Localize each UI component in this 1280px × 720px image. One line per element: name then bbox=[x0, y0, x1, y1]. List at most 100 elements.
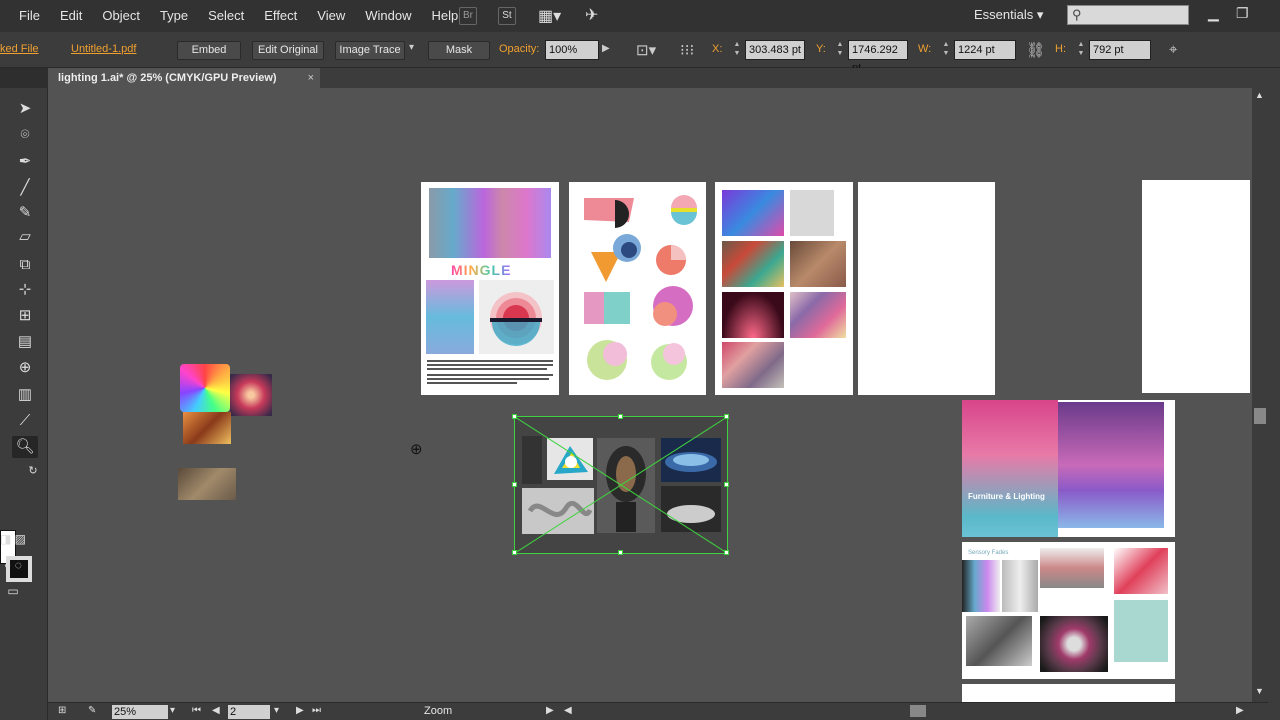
menu-view[interactable]: View bbox=[307, 0, 355, 32]
vertical-scrollbar[interactable]: ▲ ▼ bbox=[1252, 88, 1268, 702]
y-stepper[interactable]: ▲ ▼ bbox=[834, 40, 846, 60]
image-trace-dropdown-icon[interactable]: ▾ bbox=[409, 42, 414, 53]
menu-select[interactable]: Select bbox=[198, 0, 254, 32]
tools-panel-dock[interactable] bbox=[0, 68, 48, 88]
image-trace-button[interactable]: Image Trace bbox=[335, 41, 405, 60]
horizontal-scroll-thumb[interactable] bbox=[910, 705, 926, 717]
resize-handle-nw[interactable] bbox=[512, 414, 517, 419]
artboard-number-field[interactable]: 2 bbox=[228, 705, 270, 719]
screen-mode-icon[interactable]: ▭ bbox=[0, 580, 26, 602]
graph-tool-icon[interactable]: ▥ bbox=[12, 384, 38, 406]
resize-handle-se[interactable] bbox=[724, 550, 729, 555]
eraser-tool-icon[interactable]: ▱ bbox=[12, 226, 38, 248]
panel-dock[interactable] bbox=[1268, 68, 1280, 720]
w-stepper[interactable]: ▲ ▼ bbox=[940, 40, 952, 60]
stock-button[interactable]: St bbox=[498, 7, 516, 25]
resize-handle-s[interactable] bbox=[618, 550, 623, 555]
artwork-image[interactable] bbox=[183, 412, 231, 444]
next-artboard-icon[interactable]: ▶ bbox=[296, 705, 304, 716]
brochure-page-artboard[interactable]: Sensory Fades bbox=[962, 542, 1175, 679]
zoom-level-field[interactable]: 25% bbox=[112, 705, 168, 719]
artwork-image[interactable] bbox=[230, 374, 272, 416]
arrange-documents-icon[interactable]: ▦▾ bbox=[538, 6, 561, 26]
perspective-grid-tool-icon[interactable]: ⊞ bbox=[12, 305, 38, 327]
brochure-page-artboard-2[interactable] bbox=[962, 684, 1175, 702]
scroll-left-icon[interactable]: ◀ bbox=[564, 705, 572, 716]
bridge-button[interactable]: Br bbox=[459, 7, 477, 25]
y-field[interactable]: 1746.292 pt bbox=[848, 40, 908, 74]
transform-icon[interactable]: ⌖ bbox=[1169, 41, 1177, 58]
first-artboard-icon[interactable]: ⏮ bbox=[192, 705, 201, 716]
embed-button[interactable]: Embed bbox=[177, 41, 241, 60]
artwork-image[interactable] bbox=[178, 468, 236, 500]
color-mode-icon[interactable]: ◨ ▨ bbox=[0, 528, 26, 550]
resize-handle-ne[interactable] bbox=[724, 414, 729, 419]
gradient-tool-icon[interactable]: ▤ bbox=[12, 331, 38, 353]
status-menu-icon[interactable]: ▶ bbox=[546, 705, 554, 716]
menu-effect[interactable]: Effect bbox=[254, 0, 307, 32]
previous-artboard-icon[interactable]: ◀ bbox=[212, 705, 220, 716]
shape-builder-tool-icon[interactable]: ⊕ bbox=[12, 357, 38, 379]
artboard-4[interactable] bbox=[858, 182, 995, 395]
close-tab-icon[interactable]: × bbox=[308, 68, 314, 88]
opacity-label[interactable]: Opacity: bbox=[499, 43, 539, 55]
artboard-2[interactable] bbox=[569, 182, 706, 395]
slice-tool-icon[interactable]: ⟋ bbox=[12, 410, 38, 432]
paintbrush-tool-icon[interactable]: ✎ bbox=[12, 202, 38, 224]
linked-file-name[interactable]: Untitled-1.pdf bbox=[71, 43, 136, 55]
pen-tool-icon[interactable]: ✒ bbox=[12, 151, 38, 173]
artboard-nav-icon[interactable]: ⊞ bbox=[58, 705, 66, 716]
menu-window[interactable]: Window bbox=[355, 0, 421, 32]
w-field[interactable]: 1224 pt bbox=[954, 40, 1016, 60]
resize-handle-e[interactable] bbox=[724, 482, 729, 487]
mask-button[interactable]: Mask bbox=[428, 41, 490, 60]
scroll-right-icon[interactable]: ▶ bbox=[1236, 705, 1244, 716]
h-stepper[interactable]: ▲ ▼ bbox=[1075, 40, 1087, 60]
restore-icon[interactable]: ❐ bbox=[1236, 5, 1249, 22]
artboard-5[interactable] bbox=[1142, 180, 1250, 393]
search-input[interactable]: ⚲ bbox=[1067, 5, 1189, 25]
edit-original-button[interactable]: Edit Original bbox=[252, 41, 324, 60]
h-field[interactable]: 792 pt bbox=[1089, 40, 1151, 60]
opacity-arrow-icon[interactable]: ▶ bbox=[602, 43, 610, 54]
resize-handle-w[interactable] bbox=[512, 482, 517, 487]
drawing-mode-icon[interactable]: ◐ ◌ bbox=[0, 554, 26, 576]
lasso-tool-icon[interactable]: ⌾ bbox=[12, 124, 38, 146]
opacity-field[interactable]: 100% bbox=[545, 40, 599, 60]
resize-handle-n[interactable] bbox=[618, 414, 623, 419]
canvas[interactable]: MINGLE Furniture & Lighting Sensory Fade… bbox=[48, 88, 1252, 702]
menu-type[interactable]: Type bbox=[150, 0, 198, 32]
brochure-cover-artboard[interactable]: Furniture & Lighting bbox=[962, 400, 1175, 537]
document-tab[interactable]: lighting 1.ai* @ 25% (CMYK/GPU Preview) … bbox=[48, 68, 320, 88]
zoom-tool-icon[interactable]: 🔍︎ bbox=[12, 436, 38, 458]
minimize-icon[interactable]: ▁ bbox=[1208, 5, 1219, 22]
menu-file[interactable]: File bbox=[0, 0, 50, 32]
x-field[interactable]: 303.483 pt bbox=[745, 40, 805, 60]
scroll-down-icon[interactable]: ▼ bbox=[1255, 686, 1264, 696]
gpu-performance-icon[interactable]: ✈ bbox=[585, 5, 598, 25]
resize-handle-sw[interactable] bbox=[512, 550, 517, 555]
scale-tool-icon[interactable]: ⧉ bbox=[12, 254, 38, 276]
align-to-icon[interactable]: ⊡▾ bbox=[636, 41, 656, 59]
artboard-dropdown-icon[interactable]: ▾ bbox=[274, 705, 279, 716]
constrain-proportions-icon[interactable]: ⛓ bbox=[1026, 41, 1045, 59]
color-wheel-image[interactable] bbox=[180, 364, 230, 412]
selection-bounding-box[interactable] bbox=[512, 414, 729, 555]
scroll-up-icon[interactable]: ▲ bbox=[1255, 90, 1264, 100]
edit-artboard-icon[interactable]: ✎ bbox=[88, 705, 96, 716]
artboard-3[interactable] bbox=[715, 182, 853, 395]
linked-file-label[interactable]: ked File bbox=[0, 43, 39, 55]
free-transform-tool-icon[interactable]: ⊹ bbox=[12, 279, 38, 301]
line-tool-icon[interactable]: ╱ bbox=[12, 177, 38, 199]
last-artboard-icon[interactable]: ⏭ bbox=[312, 705, 321, 716]
menu-edit[interactable]: Edit bbox=[50, 0, 92, 32]
reference-point-icon[interactable]: ⁝⁝⁝ bbox=[680, 41, 694, 59]
zoom-dropdown-icon[interactable]: ▾ bbox=[170, 705, 175, 716]
selection-tool-icon[interactable]: ➤ bbox=[12, 98, 38, 120]
vertical-scroll-thumb[interactable] bbox=[1254, 408, 1266, 424]
swap-fill-stroke-icon[interactable]: ↻ bbox=[20, 460, 46, 482]
x-stepper[interactable]: ▲ ▼ bbox=[731, 40, 743, 60]
artboard-1[interactable]: MINGLE bbox=[421, 182, 559, 395]
workspace-switcher[interactable]: Essentials ▾ bbox=[974, 7, 1043, 23]
menu-object[interactable]: Object bbox=[92, 0, 150, 32]
